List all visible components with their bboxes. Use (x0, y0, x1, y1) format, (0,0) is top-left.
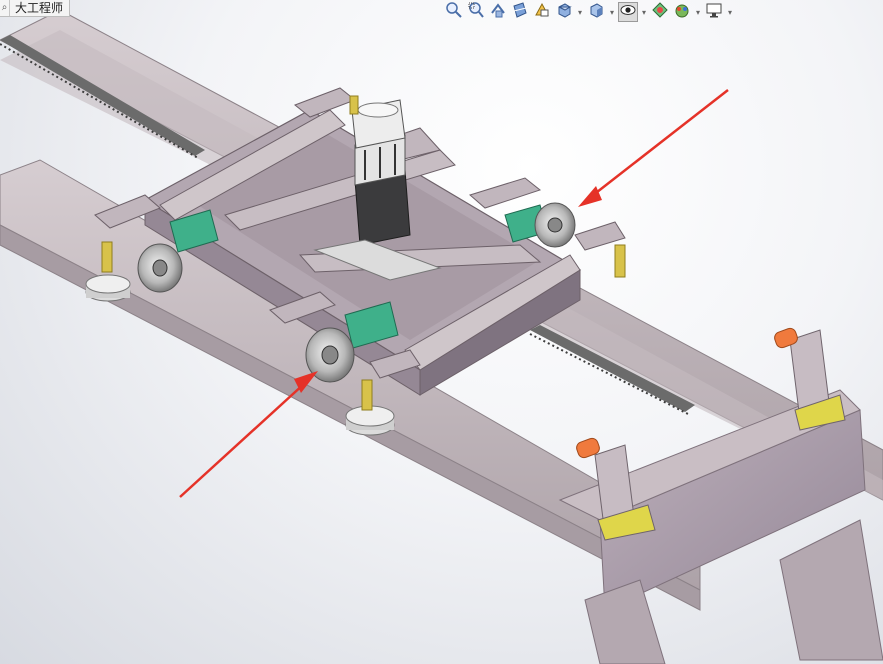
view-orientation-button[interactable] (554, 2, 574, 22)
previous-view-button[interactable] (488, 2, 508, 22)
wheel-left-front (137, 243, 183, 293)
heads-up-view-toolbar: ▾ ▾ ▾ ▾ ▾ (444, 0, 734, 24)
hide-show-items-icon (619, 1, 637, 23)
dynamic-annotation-button[interactable] (532, 2, 552, 22)
chevron-down-icon[interactable]: ▾ (640, 2, 648, 22)
callout-arrow-lower (179, 371, 318, 498)
document-title-tab[interactable]: ⌕ 大工程师 (0, 0, 71, 17)
section-view-button[interactable] (510, 2, 530, 22)
edit-appearance-icon (651, 1, 669, 23)
view-orientation-icon (555, 1, 573, 23)
chevron-down-icon[interactable]: ▾ (726, 2, 734, 22)
wheel-rear (534, 202, 576, 248)
view-settings-icon (705, 1, 723, 23)
display-style-button[interactable] (586, 2, 606, 22)
apply-scene-button[interactable] (672, 2, 692, 22)
edit-appearance-button[interactable] (650, 2, 670, 22)
zoom-to-area-icon (467, 1, 485, 23)
dynamic-annotation-icon (533, 1, 551, 23)
zoom-to-fit-icon (445, 1, 463, 23)
chevron-down-icon[interactable]: ▾ (576, 2, 584, 22)
section-view-icon (511, 1, 529, 23)
zoom-to-fit-button[interactable] (444, 2, 464, 22)
callout-arrow-upper (578, 89, 729, 207)
zoom-to-area-button[interactable] (466, 2, 486, 22)
chevron-down-icon[interactable]: ▾ (694, 2, 702, 22)
chevron-down-icon[interactable]: ▾ (608, 2, 616, 22)
apply-scene-icon (673, 1, 691, 23)
document-title: 大工程师 (15, 1, 64, 15)
graphics-area[interactable]: ⌕ 大工程师 ▾ ▾ ▾ ▾ ▾ (0, 0, 883, 664)
hide-show-items-button[interactable] (618, 2, 638, 22)
view-settings-button[interactable] (704, 2, 724, 22)
previous-view-icon (489, 1, 507, 23)
cad-model-view[interactable] (0, 0, 883, 664)
search-icon[interactable]: ⌕ (0, 0, 10, 16)
display-style-icon (587, 1, 605, 23)
